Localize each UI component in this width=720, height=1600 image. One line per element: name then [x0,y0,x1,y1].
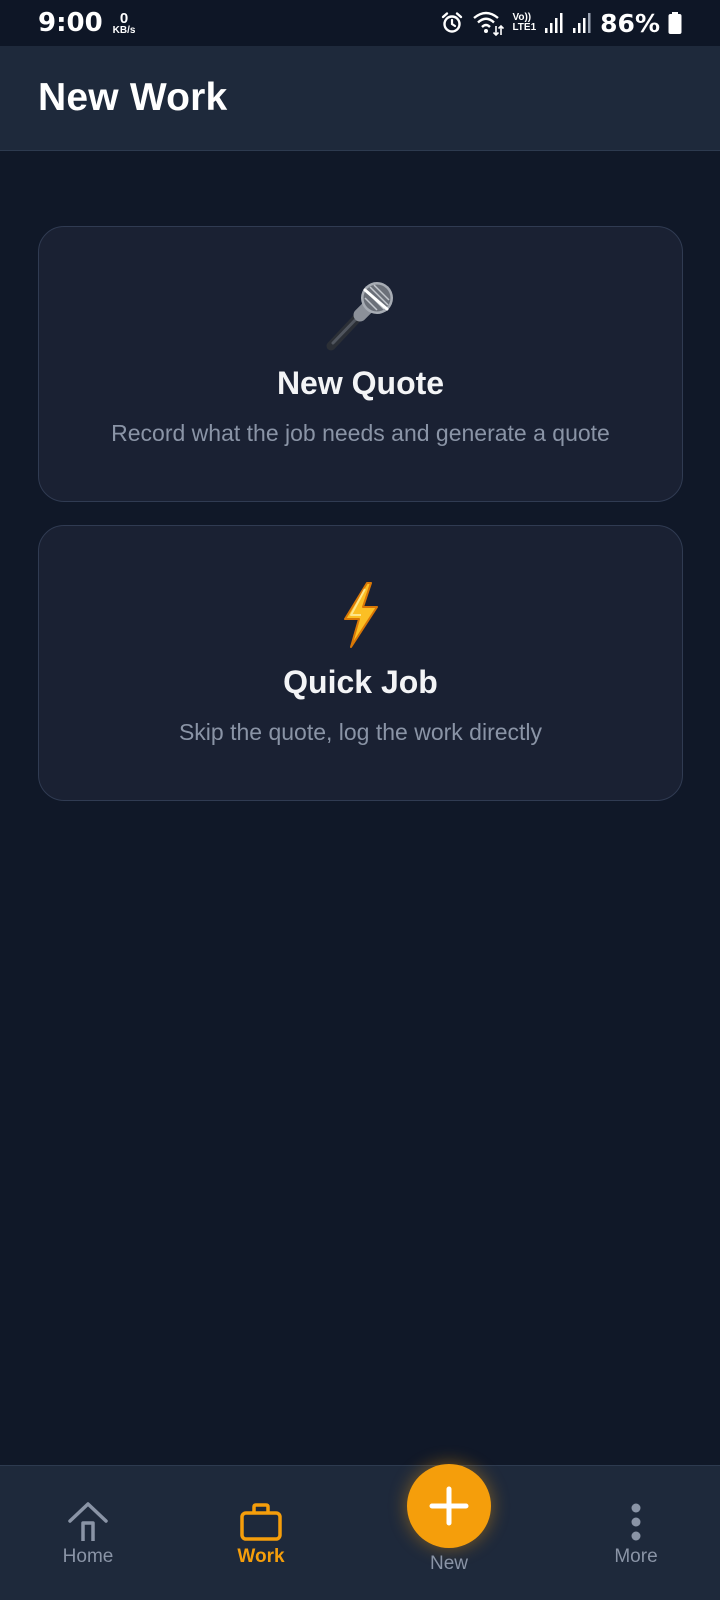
battery-icon [668,11,682,35]
status-bar: 9:00 0 KB/s Vo)) LTE1 86% [0,0,720,46]
new-quote-description: Record what the job needs and generate a… [111,420,610,446]
quick-job-title: Quick Job [283,664,438,700]
network-speed-value: 0 [119,9,129,27]
quick-job-description: Skip the quote, log the work directly [178,719,543,745]
home-icon [66,1500,110,1544]
network-speed-unit: KB/s [112,24,136,36]
nav-home[interactable]: Home [18,1466,158,1600]
signal-icon-sim2 [572,11,592,35]
status-time: 9:00 [38,8,103,38]
quick-job-card[interactable]: Quick Job Skip the quote, log the work d… [38,525,683,801]
signal-icon-sim1 [544,11,564,35]
lightning-icon [339,580,383,650]
new-fab-button[interactable] [407,1464,491,1548]
new-quote-card[interactable]: New Quote Record what the job needs and … [38,226,683,502]
alarm-icon [440,11,464,35]
nav-more[interactable]: More [566,1466,706,1600]
network-speed: 0 KB/s [113,11,136,36]
status-bar-left: 9:00 0 KB/s [38,8,135,38]
nav-more-label: More [614,1546,658,1567]
app-header: New Work [0,46,720,151]
battery-percentage: 86% [600,8,660,38]
nav-work-label: Work [237,1546,285,1567]
briefcase-icon [239,1500,283,1544]
microphone-icon [321,281,401,351]
nav-new-label: New [429,1553,468,1574]
volte-indicator: Vo)) LTE1 [512,12,537,34]
new-quote-title: New Quote [276,365,445,401]
nav-home-label: Home [62,1546,114,1567]
status-bar-right: Vo)) LTE1 86% [440,9,682,38]
more-vertical-icon [629,1500,643,1544]
page-title: New Work [38,76,228,119]
bottom-navigation: Home Work More [0,1465,720,1600]
plus-icon [429,1486,469,1526]
nav-work[interactable]: Work [191,1466,331,1600]
volte-bottom-label: LTE1 [512,22,537,33]
wifi-icon [472,10,505,36]
